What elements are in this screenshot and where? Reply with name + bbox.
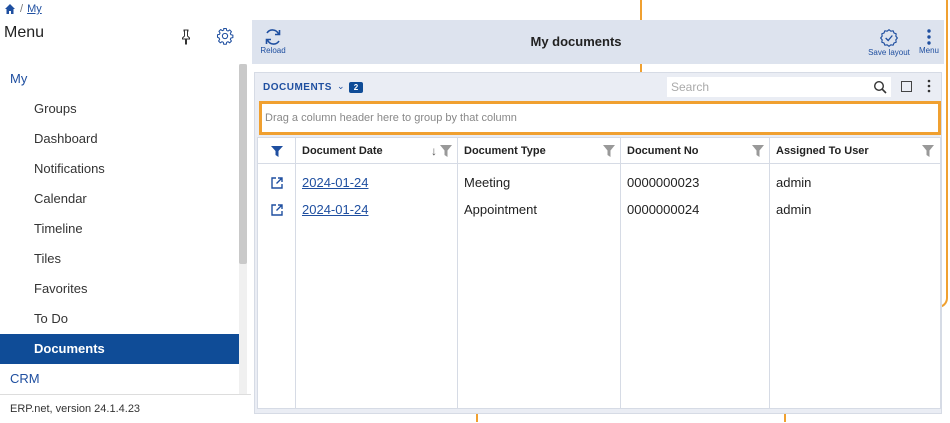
table-row-1-user: admin (776, 175, 812, 190)
documents-grid: Document Date ↓ Document Type Document N… (257, 137, 941, 409)
grid-header-filter-cell (258, 138, 296, 164)
group-by-drop-zone[interactable]: Drag a column header here to group by th… (259, 101, 941, 135)
search-icon[interactable] (873, 80, 887, 94)
sidebar-item-timeline[interactable]: Timeline (0, 214, 239, 244)
table-row-2-type: Appointment (464, 202, 537, 217)
save-layout-icon (880, 29, 898, 47)
sidebar-item-groups[interactable]: Groups (0, 94, 239, 124)
breadcrumb: / My (4, 2, 42, 16)
sidebar-menu-list: My Groups Dashboard Notifications Calend… (0, 64, 239, 394)
grid-header-document-type[interactable]: Document Type (458, 138, 621, 164)
column-header-label: Document Type (464, 145, 546, 157)
open-external-icon[interactable] (270, 203, 284, 217)
sidebar-item-tiles[interactable]: Tiles (0, 244, 239, 274)
pin-icon[interactable] (180, 29, 192, 45)
breadcrumb-separator: / (20, 3, 24, 15)
filter-icon[interactable] (752, 145, 764, 157)
main-content: Reload My documents Save layout Menu DOC… (252, 20, 944, 418)
select-mode-checkbox[interactable] (901, 81, 912, 92)
open-external-icon[interactable] (270, 176, 284, 190)
column-header-label: Document Date (302, 145, 383, 157)
sidebar: Menu My Groups Dashboard Notifications C… (0, 16, 251, 422)
menu-button[interactable]: Menu (916, 26, 942, 60)
column-header-label: Document No (627, 145, 699, 157)
table-row-2-user: admin (776, 202, 812, 217)
sidebar-section-my[interactable]: My (0, 64, 239, 94)
grid-header-assigned-to-user[interactable]: Assigned To User (770, 138, 940, 164)
column-header-label: Assigned To User (776, 145, 869, 157)
save-layout-button[interactable]: Save layout (864, 26, 914, 60)
sidebar-item-to-do[interactable]: To Do (0, 304, 239, 334)
table-row-1-no: 0000000023 (627, 175, 700, 190)
save-layout-label: Save layout (868, 48, 910, 57)
filter-icon[interactable] (271, 146, 283, 157)
table-row-1-date[interactable]: 2024-01-24 (302, 170, 369, 196)
chevron-down-icon[interactable]: ⌄ (337, 81, 345, 92)
filter-icon[interactable] (440, 145, 452, 157)
grid-header-document-no[interactable]: Document No (621, 138, 770, 164)
more-vertical-icon (927, 29, 931, 45)
menu-label: Menu (918, 46, 939, 55)
toolbar: Reload My documents Save layout Menu (252, 20, 944, 64)
documents-label[interactable]: DOCUMENTS (263, 82, 332, 93)
document-date-link[interactable]: 2024-01-24 (302, 202, 369, 217)
sidebar-item-documents[interactable]: Documents (0, 334, 239, 364)
home-icon[interactable] (4, 3, 16, 15)
sort-down-icon[interactable]: ↓ (431, 138, 437, 164)
document-date-link[interactable]: 2024-01-24 (302, 175, 369, 190)
filter-icon[interactable] (922, 145, 934, 157)
version-footer: ERP.net, version 24.1.4.23 (0, 394, 251, 422)
grid-header-document-date[interactable]: Document Date ↓ (296, 138, 458, 164)
sidebar-item-dashboard[interactable]: Dashboard (0, 124, 239, 154)
sidebar-item-calendar[interactable]: Calendar (0, 184, 239, 214)
sidebar-title: Menu (4, 24, 45, 41)
sidebar-scrollbar-thumb[interactable] (239, 64, 247, 264)
search-input[interactable] (667, 77, 891, 97)
more-vertical-icon[interactable] (925, 78, 933, 94)
gear-icon[interactable] (216, 27, 234, 45)
page-title: My documents (530, 34, 622, 49)
filter-icon[interactable] (603, 145, 615, 157)
table-row-2-no: 0000000024 (627, 202, 700, 217)
table-row-1-type: Meeting (464, 175, 511, 190)
sidebar-item-notifications[interactable]: Notifications (0, 154, 239, 184)
sidebar-item-favorites[interactable]: Favorites (0, 274, 239, 304)
documents-count-badge: 2 (349, 82, 363, 93)
sidebar-section-crm[interactable]: CRM (0, 364, 239, 394)
highlight-outline-left-top (640, 0, 652, 12)
breadcrumb-link-my[interactable]: My (27, 3, 42, 15)
documents-panel: DOCUMENTS ⌄ 2 Drag a column header here … (254, 72, 942, 414)
panel-header: DOCUMENTS ⌄ 2 (255, 73, 941, 99)
table-row-2-date[interactable]: 2024-01-24 (302, 197, 369, 223)
